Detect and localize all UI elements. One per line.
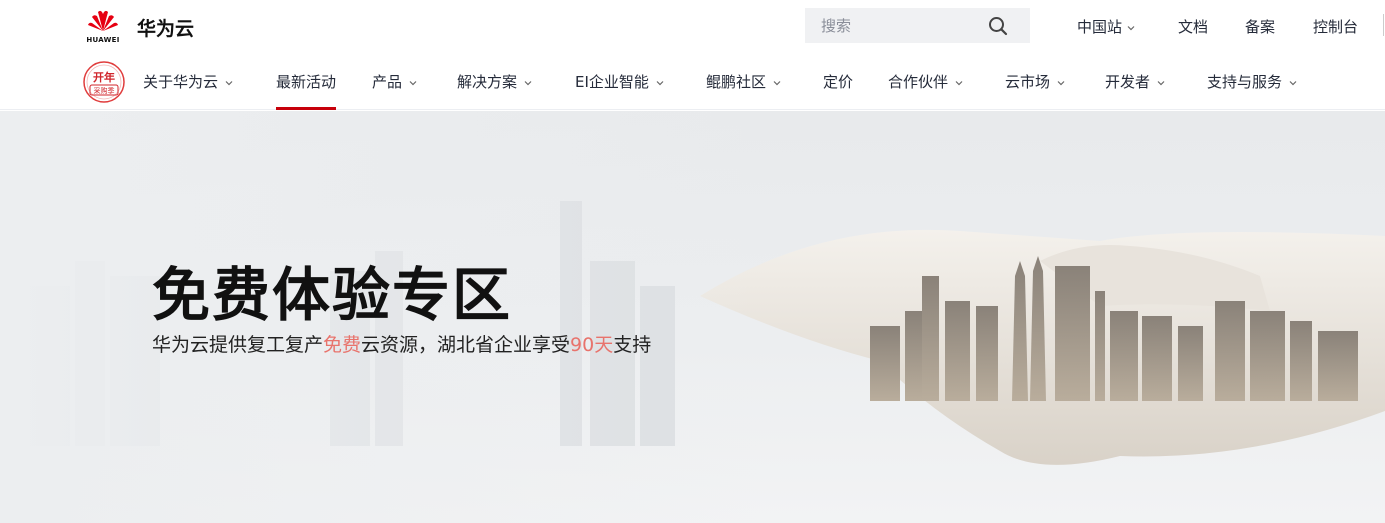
nav-item-label: 开发者 xyxy=(1105,73,1151,91)
nav-item-label: 关于华为云 xyxy=(143,73,219,91)
nav-marketplace[interactable]: 云市场 xyxy=(1005,71,1065,111)
nav-item-label: 最新活动 xyxy=(276,73,337,91)
nav-item-label: 云市场 xyxy=(1005,73,1051,91)
hero-title: 免费体验专区 xyxy=(152,261,513,329)
nav-developers[interactable]: 开发者 xyxy=(1105,71,1165,111)
chevron-down-icon xyxy=(409,80,417,85)
promo-badge[interactable]: 开年 采购季 xyxy=(80,60,128,104)
nav-item-label: 解决方案 xyxy=(457,73,518,91)
nav-latest-activities[interactable]: 最新活动 xyxy=(276,71,337,111)
chevron-down-icon xyxy=(955,80,963,85)
chevron-down-icon xyxy=(1289,80,1297,85)
nav-solutions[interactable]: 解决方案 xyxy=(457,71,532,111)
nav-item-label: 产品 xyxy=(372,73,403,91)
chevron-down-icon xyxy=(1127,25,1135,30)
promo-line2: 采购季 xyxy=(94,86,115,95)
huawei-logo-icon[interactable]: HUAWEI xyxy=(84,8,122,46)
nav-item-label: 定价 xyxy=(823,73,854,91)
chevron-down-icon xyxy=(225,80,233,85)
nav-support[interactable]: 支持与服务 xyxy=(1207,71,1297,111)
nav-item-label: EI企业智能 xyxy=(575,73,649,91)
region-selector[interactable]: 中国站 xyxy=(1077,16,1135,37)
promo-line1: 开年 xyxy=(93,70,115,84)
docs-link[interactable]: 文档 xyxy=(1178,16,1208,37)
chevron-down-icon xyxy=(773,80,781,85)
nav-products[interactable]: 产品 xyxy=(372,71,417,111)
hero-highlight-days: 90天 xyxy=(570,334,614,356)
chevron-down-icon xyxy=(656,80,664,85)
logo-text: HUAWEI xyxy=(86,36,120,44)
search-input[interactable] xyxy=(805,8,985,43)
console-link[interactable]: 控制台 xyxy=(1313,16,1358,37)
chevron-down-icon xyxy=(1157,80,1165,85)
nav-item-label: 鲲鹏社区 xyxy=(706,73,767,91)
hero-highlight-free: 免费 xyxy=(323,334,362,356)
hero-subtitle-part: 华为云提供复工复产 xyxy=(152,334,324,356)
chevron-down-icon xyxy=(1057,80,1065,85)
nav-item-label: 支持与服务 xyxy=(1207,73,1283,91)
nav-about[interactable]: 关于华为云 xyxy=(143,71,233,111)
brand-name[interactable]: 华为云 xyxy=(137,14,194,41)
hero-subtitle-part: 支持 xyxy=(613,334,652,356)
nav-partners[interactable]: 合作伙伴 xyxy=(888,71,963,111)
region-label: 中国站 xyxy=(1077,18,1123,36)
chevron-down-icon xyxy=(524,80,532,85)
nav-item-label: 合作伙伴 xyxy=(888,73,949,91)
divider xyxy=(1383,14,1384,36)
filing-link[interactable]: 备案 xyxy=(1245,16,1275,37)
hero-subtitle-part: 云资源，湖北省企业享受 xyxy=(361,334,571,356)
nav-pricing[interactable]: 定价 xyxy=(823,71,853,111)
nav-kunpeng[interactable]: 鲲鹏社区 xyxy=(706,71,781,111)
search-icon[interactable] xyxy=(988,16,1008,36)
hero-banner[interactable]: 免费体验专区 华为云提供复工复产免费云资源，湖北省企业享受90天支持 xyxy=(0,111,1385,523)
nav-ei[interactable]: EI企业智能 xyxy=(575,71,664,111)
hero-subtitle: 华为云提供复工复产免费云资源，湖北省企业享受90天支持 xyxy=(152,330,651,357)
